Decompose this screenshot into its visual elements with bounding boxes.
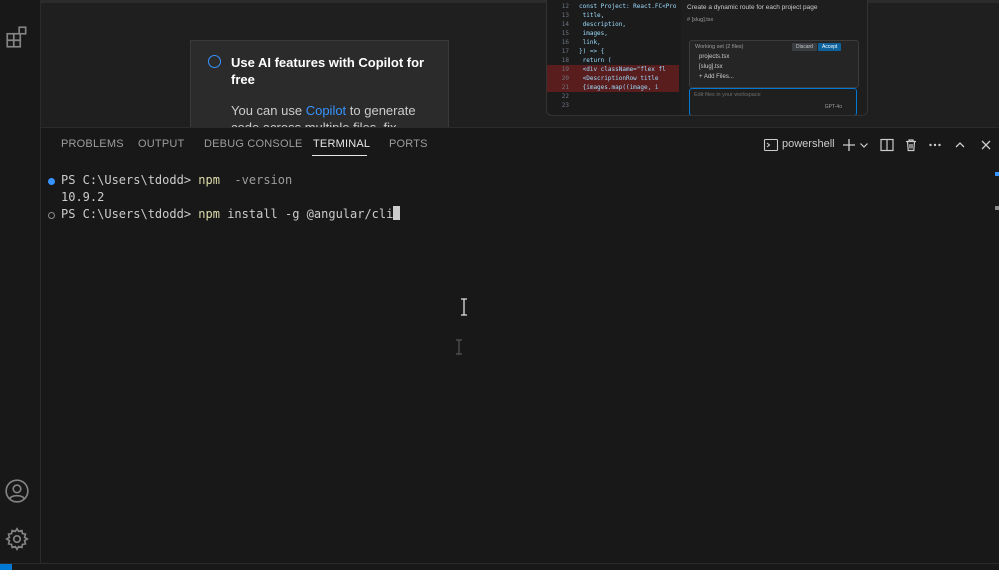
code-line: 14 description, (561, 21, 626, 28)
model-picker: GPT-4o (824, 104, 842, 110)
working-set-box: Working set (2 files) Discard Accept pro… (689, 40, 859, 88)
terminal-shell-name[interactable]: powershell (782, 138, 835, 150)
copilot-link[interactable]: Copilot (306, 103, 346, 118)
trash-icon[interactable] (903, 136, 919, 154)
chat-input-box: Edit files in your workspace GPT-4o (689, 88, 857, 115)
preview-chat-panel: Create a dynamic route for each project … (681, 0, 867, 115)
tab-terminal[interactable]: TERMINAL (313, 138, 370, 150)
code-line: 21 {images.map((image, i (547, 83, 679, 92)
working-set-file: [slug].tsx (699, 64, 723, 70)
walkthrough-body-prefix: You can use (231, 103, 306, 118)
scrollbar-marker (995, 206, 999, 210)
split-terminal-icon[interactable] (879, 136, 895, 154)
terminal-cursor (393, 206, 401, 220)
active-tab-indicator (312, 155, 367, 156)
add-files-item: + Add Files... (699, 74, 734, 80)
account-icon[interactable] (4, 478, 30, 504)
terminal-command: npm (198, 207, 220, 221)
terminal-line: PS C:\Users\tdodd> npm -version (61, 172, 292, 189)
mouse-ibeam-cursor-ghost-icon (456, 339, 462, 355)
terminal-line: 10.9.2 (61, 189, 104, 206)
walkthrough-step-card[interactable]: Use AI features with Copilot for free Yo… (190, 40, 449, 129)
bottom-panel: PROBLEMS OUTPUT DEBUG CONSOLE TERMINAL P… (41, 127, 999, 564)
close-panel-icon[interactable] (979, 136, 993, 154)
terminal-line: PS C:\Users\tdodd> npm install -g @angul… (61, 206, 401, 223)
code-line: 16 link, (561, 39, 601, 46)
chat-file-chip: # [slug].tsx (687, 17, 714, 23)
working-set-file: projects.tsx (699, 54, 730, 60)
activity-bar (0, 0, 41, 569)
new-terminal-plus-icon[interactable] (841, 136, 857, 154)
code-line: 12 const Project: React.FC<Pro (561, 3, 677, 10)
chat-prompt-text: Create a dynamic route for each project … (687, 4, 818, 11)
extensions-icon[interactable] (4, 24, 30, 50)
remote-indicator-button[interactable] (0, 564, 12, 570)
step-status-circle-icon (208, 55, 221, 68)
terminal-args: install -g @angular/cli (219, 207, 394, 221)
command-success-decoration-icon[interactable] (48, 178, 55, 185)
code-line: 17}) => { (561, 48, 605, 55)
chat-input-placeholder: Edit files in your workspace (694, 92, 761, 98)
maximize-panel-chevron-up-icon[interactable] (952, 136, 968, 154)
terminal-shell-icon[interactable] (762, 136, 780, 154)
settings-gear-icon[interactable] (4, 526, 30, 552)
code-line: 23 (561, 102, 569, 109)
walkthrough-step-body: You can use Copilot to generate code acr… (231, 102, 441, 128)
terminal-prompt: PS C:\Users\tdodd> (61, 173, 199, 187)
terminal-args: -version (219, 173, 293, 187)
code-line: 20 <DescriptionRow title (547, 74, 679, 83)
terminal-prompt: PS C:\Users\tdodd> (61, 207, 199, 221)
more-actions-icon[interactable] (927, 136, 943, 154)
working-set-label: Working set (2 files) (695, 44, 744, 50)
command-pending-decoration-icon[interactable] (48, 212, 55, 219)
chevron-down-icon[interactable] (858, 136, 870, 154)
code-line: 18 return ( (561, 57, 612, 64)
tab-output[interactable]: OUTPUT (138, 138, 184, 150)
terminal-command: npm (198, 173, 220, 187)
scrollbar-marker (995, 172, 999, 176)
code-line: 15 images, (561, 30, 608, 37)
accept-button: Accept (818, 43, 842, 51)
tab-problems[interactable]: PROBLEMS (61, 138, 124, 150)
walkthrough-preview-image: 12 const Project: React.FC<Pro 13 title, … (546, 0, 868, 116)
tab-ports[interactable]: PORTS (389, 138, 428, 150)
walkthrough-step-title: Use AI features with Copilot for free (231, 55, 425, 87)
code-line: 22 (561, 93, 569, 100)
code-line: 19 <div className="flex fl (547, 65, 679, 74)
terminal-output-text: 10.9.2 (61, 190, 105, 204)
discard-button: Discard (792, 43, 817, 51)
code-line: 13 title, (561, 12, 605, 19)
mouse-ibeam-cursor-icon (461, 298, 467, 316)
preview-code-editor: 12 const Project: React.FC<Pro 13 title, … (547, 0, 679, 115)
tab-debug-console[interactable]: DEBUG CONSOLE (204, 138, 303, 150)
